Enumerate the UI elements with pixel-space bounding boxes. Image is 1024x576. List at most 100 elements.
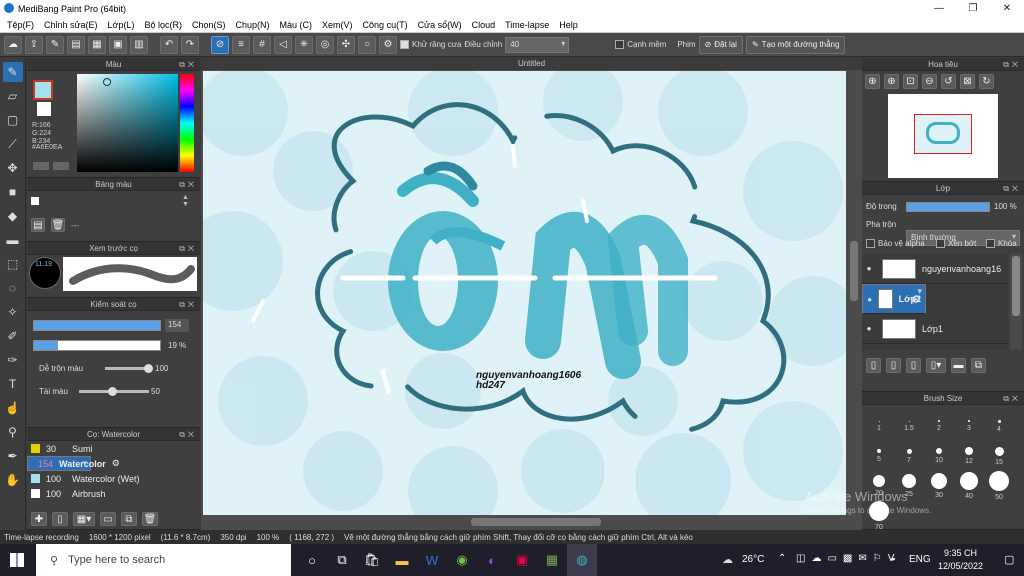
minimize-button[interactable]: — [922, 0, 956, 17]
menu-snap[interactable]: Chụp(N) [231, 20, 275, 30]
brush-size-cell[interactable]: 1 [864, 411, 894, 441]
background-swatch[interactable] [37, 102, 51, 116]
game-icon[interactable]: ▣ [507, 544, 537, 576]
brush-size-cell[interactable]: 3 [954, 411, 984, 441]
snap-parallel-icon[interactable]: ≡ [232, 35, 250, 54]
snap-circle-icon[interactable]: ◎ [316, 35, 334, 54]
layer-row[interactable]: ● Lớp1 [862, 314, 1008, 344]
media-icon[interactable]: ▦ [537, 544, 567, 576]
mix-slider[interactable] [105, 364, 153, 373]
notification-icon[interactable]: ▢ [1004, 553, 1014, 566]
size-value[interactable]: 154 [165, 319, 189, 332]
move-tool-icon[interactable]: ✥ [3, 158, 23, 178]
layer-scrollbar[interactable] [1010, 254, 1022, 350]
brush-add-icon[interactable]: ✚ [31, 512, 47, 526]
panel-window-icons[interactable]: ⧉✕ [179, 178, 197, 191]
layer-row-selected[interactable]: ● Lớp2 ⚙ [862, 284, 926, 314]
adjust-select[interactable]: 40 [505, 36, 570, 53]
opacity-slider[interactable] [33, 340, 161, 351]
snap-ring-icon[interactable]: ○ [358, 35, 376, 54]
menu-file[interactable]: Tệp(F) [2, 20, 39, 30]
brush-size-cell[interactable]: 4 [984, 411, 1014, 441]
eye-icon[interactable]: ● [862, 324, 876, 333]
comment-icon[interactable]: ✎ [46, 35, 64, 54]
layer-folder-icon[interactable]: ▬ [951, 358, 966, 373]
weather-temp[interactable]: 26°C [742, 554, 764, 565]
page-icon[interactable]: ▤ [67, 35, 85, 54]
fit-icon[interactable]: ⊡ [903, 74, 918, 89]
color-mode-buttons[interactable] [33, 162, 73, 170]
brush-folder-icon[interactable]: ▭ [100, 512, 116, 526]
snap-radial-icon[interactable]: ✳ [295, 35, 313, 54]
medibang-taskbar-icon[interactable]: ◍ [567, 544, 597, 576]
zoom-in-2-icon[interactable]: ⊕ [884, 74, 899, 89]
menu-color[interactable]: Màu (C) [275, 20, 318, 30]
panel-window-icons[interactable]: ⧉✕ [179, 242, 197, 255]
straight-line-button[interactable]: ✎ Tạo một đường thẳng [745, 35, 846, 54]
text-tool-icon[interactable]: T [3, 374, 23, 394]
load-slider[interactable] [79, 387, 149, 396]
hand-tool-icon[interactable]: ✋ [3, 470, 23, 490]
menu-edit[interactable]: Chỉnh sửa(E) [39, 20, 103, 30]
horizontal-scrollbar[interactable] [203, 516, 846, 528]
hscroll-thumb[interactable] [471, 518, 601, 526]
foreground-swatch[interactable] [33, 80, 53, 100]
select-tool-icon[interactable]: ⬚ [3, 254, 23, 274]
cortana-icon[interactable]: ○ [297, 544, 327, 576]
palette-swatch[interactable] [31, 197, 39, 205]
file-explorer-icon[interactable]: ▬ [387, 544, 417, 576]
brush-item-sumi[interactable]: 30 Sumi [27, 441, 200, 456]
hue-slider[interactable] [180, 74, 194, 172]
new-layer-3-icon[interactable]: ▯ [906, 358, 921, 373]
brush-size-cell[interactable]: 2 [924, 411, 954, 441]
clock-date[interactable]: 12/05/2022 [938, 561, 983, 571]
shape-tool-icon[interactable]: ⟋ [3, 134, 23, 154]
menu-filter[interactable]: Bộ lọc(R) [139, 20, 187, 30]
layer-menu-icon[interactable]: ▯▾ [926, 358, 946, 373]
search-box[interactable]: ⚲ Type here to search [36, 544, 291, 576]
snap-off-icon[interactable]: ⊘ [211, 35, 229, 54]
app-icon[interactable]: ◉ [447, 544, 477, 576]
operation-tool-icon[interactable]: ☝ [3, 398, 23, 418]
panel-icon[interactable]: ▥ [130, 35, 148, 54]
windows-start-icon[interactable] [10, 553, 24, 567]
maximize-button[interactable]: ❐ [956, 0, 990, 17]
menu-view[interactable]: Xem(V) [317, 20, 358, 30]
redo-icon[interactable]: ↷ [181, 35, 199, 54]
rotate-right-icon[interactable]: ↻ [979, 74, 994, 89]
reset-button[interactable]: ⊘ Đặt lại [698, 35, 743, 54]
load-knob[interactable] [108, 387, 117, 396]
zoom-out-icon[interactable]: ⊖ [922, 74, 937, 89]
snap-perspective-icon[interactable]: ◁ [274, 35, 292, 54]
lasso-tool-icon[interactable]: ◌ [3, 278, 23, 298]
messenger-icon[interactable]: ◐ [477, 544, 507, 576]
brush-item-watercolor[interactable]: 154 Watercolor ⚙ [27, 456, 120, 471]
language-label[interactable]: ENG [909, 554, 931, 565]
close-button[interactable]: ✕ [990, 0, 1024, 17]
panel-window-icons[interactable]: ⧉✕ [179, 428, 197, 441]
settings-gear-icon[interactable]: ⚙ [379, 35, 397, 54]
vertical-scrollbar[interactable] [848, 71, 860, 515]
brush-tool-icon[interactable]: ✎ [2, 62, 23, 82]
panel-window-icons[interactable]: ⧉✕ [179, 298, 197, 311]
select-eraser-icon[interactable]: ✑ [3, 350, 23, 370]
brush-copy-icon[interactable]: ⧉ [121, 512, 137, 526]
new-layer-icon[interactable]: ▯ [866, 358, 881, 373]
layer-copy-icon[interactable]: ⧉ [971, 358, 986, 373]
menu-help[interactable]: Help [554, 20, 583, 30]
new-layer-2-icon[interactable]: ▯ [886, 358, 901, 373]
layer-opacity-slider[interactable] [906, 202, 990, 212]
palette-add-icon[interactable]: ▤ [31, 218, 45, 232]
brush-delete-icon[interactable]: 🗑 [142, 512, 158, 526]
panel-window-icons[interactable]: ⧉✕ [179, 58, 197, 71]
menu-cloud[interactable]: Cloud [467, 20, 501, 30]
menu-layer[interactable]: Lớp(L) [103, 20, 140, 30]
palette-scroll[interactable]: ▲ ▼ [182, 194, 189, 208]
brush-item-watercolor-wet[interactable]: 100 Watercolor (Wet) [27, 471, 200, 486]
brush-size-cell[interactable]: 50 [984, 471, 1014, 501]
layer-gear-icon[interactable]: ⚙ [911, 293, 921, 306]
tray-app-icons[interactable]: ◫☁▭▩✉⚐V [796, 553, 900, 564]
brush-size-cell[interactable]: 12 [954, 441, 984, 471]
store-icon[interactable]: 🛍 [357, 544, 387, 576]
eye-icon[interactable]: ● [862, 264, 876, 273]
